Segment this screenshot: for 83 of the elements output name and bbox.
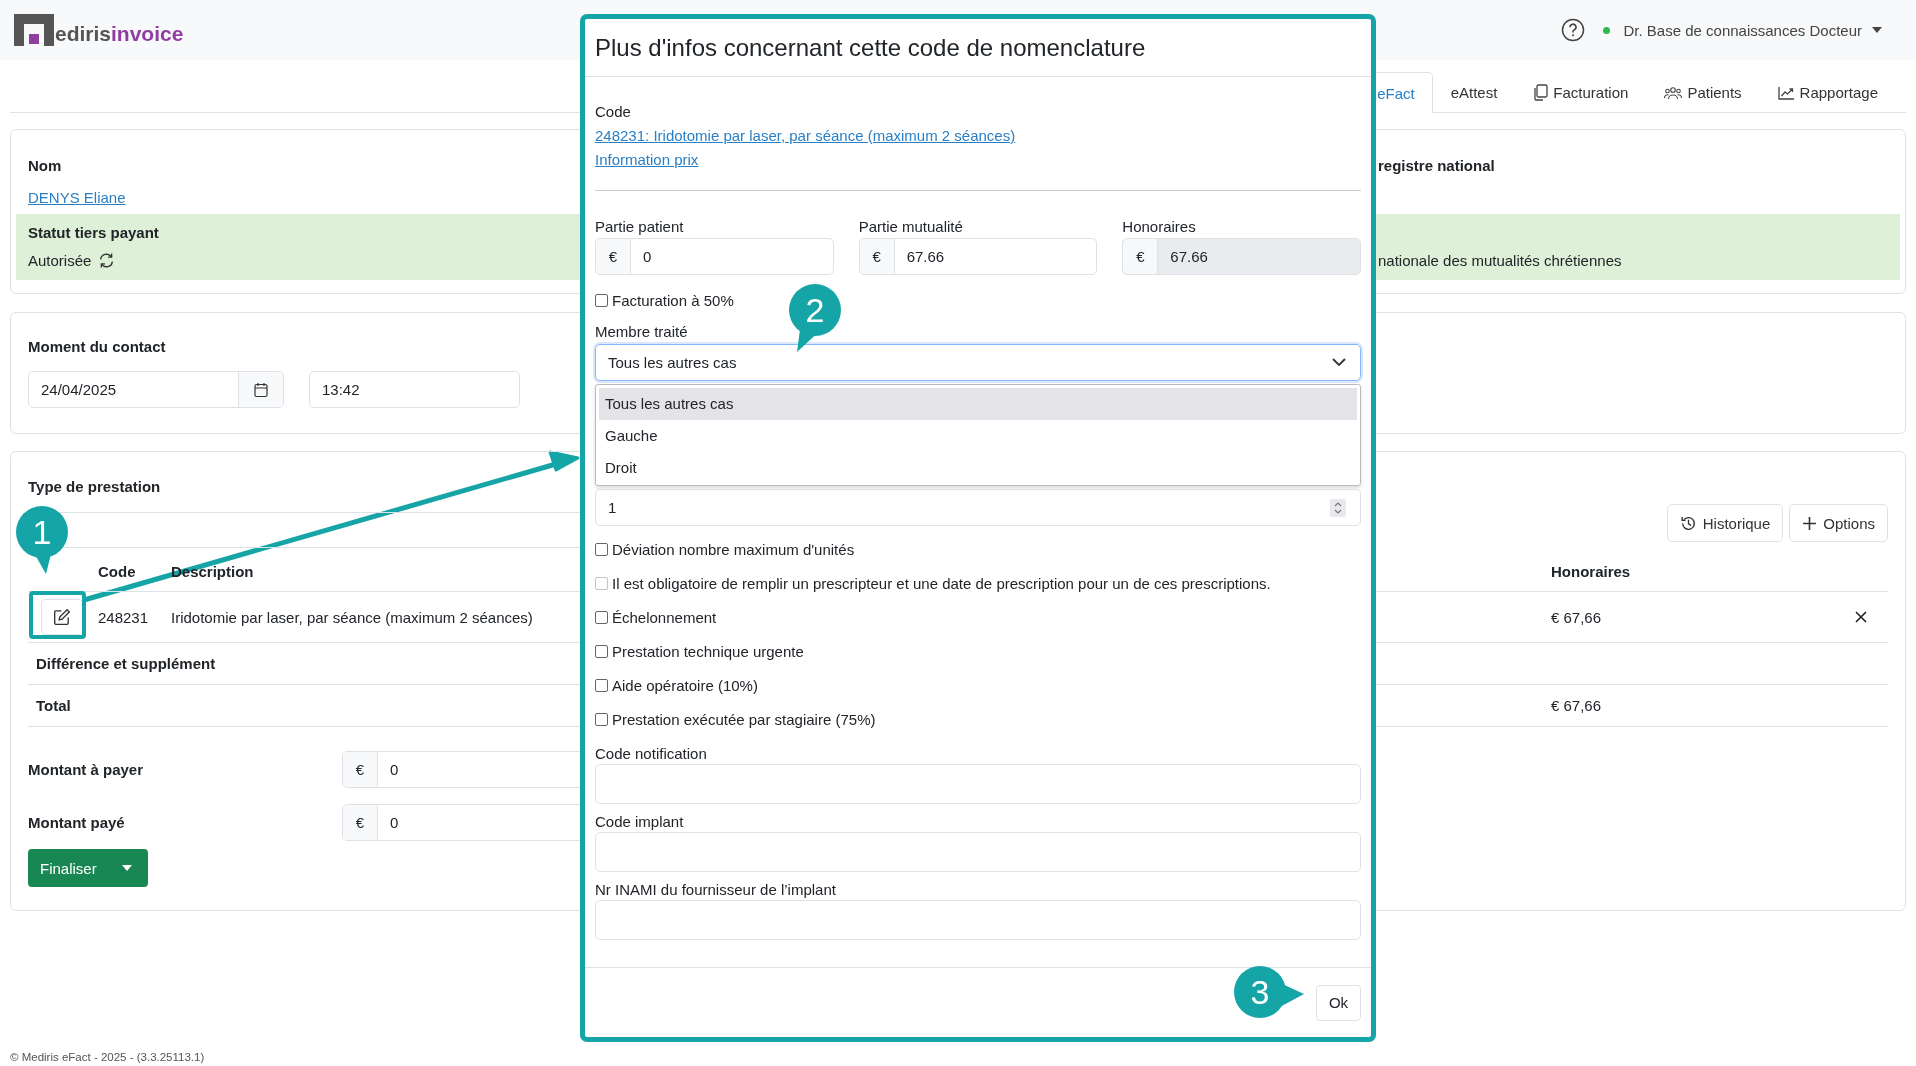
price-link[interactable]: Information prix bbox=[595, 151, 699, 168]
amount-field[interactable]: € 0 bbox=[595, 238, 834, 275]
close-icon[interactable] bbox=[1855, 610, 1867, 623]
field-label: Code bbox=[595, 102, 632, 122]
footer-text: © Mediris eFact - 2025 - (3.3.25113.1) bbox=[10, 1050, 205, 1064]
caret-icon[interactable] bbox=[122, 865, 132, 871]
patient-name-link[interactable]: DENYS Eliane bbox=[28, 188, 126, 206]
field-label: Membre traité bbox=[595, 322, 689, 342]
nav-tab[interactable]: Patients bbox=[1646, 72, 1760, 112]
code-link[interactable]: 248231: Iridotomie par laser, par séance (maximum 2 séances) bbox=[595, 127, 1016, 144]
logo-text: edirisinvoice bbox=[55, 22, 184, 46]
field-label: Partie mutualité bbox=[858, 217, 964, 237]
checkbox[interactable] bbox=[595, 678, 608, 692]
options-button[interactable]: Options bbox=[1789, 504, 1888, 542]
nav-tab[interactable]: Rapportage bbox=[1759, 72, 1896, 112]
section-title: Moment du contact bbox=[28, 337, 167, 357]
field-label: Nom bbox=[28, 156, 62, 174]
calendar-icon[interactable] bbox=[254, 381, 268, 398]
status-text: Autorisée bbox=[28, 251, 92, 269]
table-cell-text: € 67,66 bbox=[1550, 608, 1603, 626]
dropdown-option[interactable]: Gauche bbox=[599, 420, 1357, 452]
finalize-button[interactable]: Finaliser bbox=[28, 849, 148, 887]
field-label: Statut tiers payant bbox=[28, 223, 159, 241]
field-label: Montant à payer bbox=[28, 761, 145, 778]
checkbox-label: Déviation nombre maximum d'unités bbox=[612, 540, 855, 558]
dropdown-option[interactable]: Droit bbox=[599, 452, 1357, 484]
checkbox-label: Échelonnement bbox=[612, 608, 717, 626]
history-button[interactable]: Historique bbox=[1666, 504, 1784, 542]
date-field[interactable]: 24/04/2025 bbox=[28, 371, 284, 408]
checkbox[interactable] bbox=[595, 712, 608, 726]
column-header: Code bbox=[97, 563, 137, 580]
field-label: Code implant bbox=[595, 812, 685, 832]
checkbox[interactable] bbox=[595, 610, 608, 624]
field-label: Nr INAMI du fournisseur de l’implant bbox=[595, 880, 837, 900]
nav-tab[interactable]: eAttest bbox=[1432, 72, 1516, 112]
field-label: Code notification bbox=[595, 744, 708, 764]
section-title: Type de prestation bbox=[28, 477, 162, 497]
member-select[interactable]: Tous les autres cas bbox=[595, 344, 1361, 381]
chart-icon[interactable] bbox=[1777, 85, 1795, 100]
field-label: Honoraires bbox=[1122, 217, 1197, 237]
units-field[interactable]: 1 bbox=[595, 489, 1361, 526]
chevron-down-icon[interactable] bbox=[1332, 358, 1346, 367]
logo-icon bbox=[14, 14, 54, 46]
checkbox-label: Il est obligatoire de remplir un prescripteur et une date de prescription pour un de ces prescriptions. bbox=[612, 574, 1271, 592]
amount-field[interactable]: € 67.66 bbox=[858, 238, 1098, 275]
input-field[interactable] bbox=[595, 832, 1361, 872]
input-field[interactable] bbox=[595, 900, 1361, 940]
ok-button[interactable]: Ok bbox=[1316, 984, 1361, 1021]
table-cell-text: 248231 bbox=[97, 608, 150, 626]
checkbox[interactable] bbox=[595, 644, 608, 658]
history-icon[interactable] bbox=[1679, 514, 1697, 532]
field-label: Partie patient bbox=[595, 217, 685, 237]
modal-title: Plus d'infos concernant cette code de nomenclature bbox=[595, 33, 1146, 62]
checkbox-label: Aide opératoire (10%) bbox=[612, 676, 758, 694]
column-header: Honoraires bbox=[1550, 563, 1632, 580]
checkbox-label: Prestation technique urgente bbox=[612, 642, 804, 660]
caret-icon[interactable] bbox=[1872, 27, 1882, 33]
edit-icon[interactable] bbox=[53, 608, 71, 626]
dropdown-option[interactable]: Tous les autres cas bbox=[599, 388, 1357, 420]
checkbox-label: Facturation à 50% bbox=[612, 291, 734, 309]
edit-button[interactable] bbox=[41, 599, 83, 635]
people-icon[interactable] bbox=[1664, 85, 1683, 100]
refresh-icon[interactable] bbox=[98, 251, 116, 269]
nav-tab[interactable]: Facturation bbox=[1515, 72, 1647, 112]
highlight-frame bbox=[29, 591, 86, 639]
spinner-icon[interactable] bbox=[1330, 498, 1346, 517]
field-label: registre national bbox=[1378, 156, 1495, 174]
field-label: Montant payé bbox=[28, 814, 126, 831]
checkbox[interactable] bbox=[595, 542, 608, 556]
checkbox[interactable] bbox=[595, 293, 608, 307]
row-label: Total bbox=[35, 697, 72, 714]
user-menu[interactable]: Dr. Base de connaissances Docteur bbox=[1623, 21, 1882, 39]
plus-icon[interactable] bbox=[1802, 515, 1818, 531]
checkbox-label: Prestation exécutée par stagiaire (75%) bbox=[612, 710, 876, 728]
time-field[interactable]: 13:42 bbox=[309, 371, 520, 408]
amount-field: € 67.66 bbox=[1122, 238, 1361, 275]
copy-icon[interactable] bbox=[1533, 84, 1549, 101]
help-icon[interactable] bbox=[1560, 18, 1585, 42]
input-field[interactable] bbox=[595, 764, 1361, 804]
mutuality-text: nationale des mutualités chrétiennes bbox=[1378, 251, 1622, 269]
table-cell-text: € 67,66 bbox=[1550, 697, 1603, 714]
row-label: Différence et supplément bbox=[35, 655, 217, 672]
table-cell-text: Iridotomie par laser, par séance (maximum 2 séances) bbox=[170, 608, 534, 626]
